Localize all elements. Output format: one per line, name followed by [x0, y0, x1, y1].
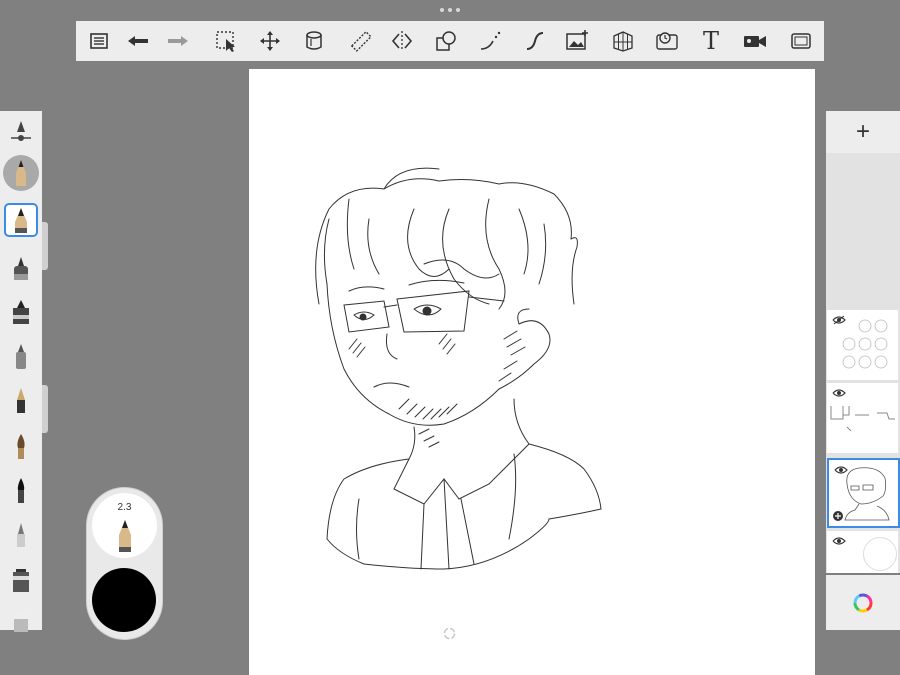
- selection-icon[interactable]: [213, 28, 239, 54]
- color-wheel-button[interactable]: [826, 575, 900, 630]
- predictive-stroke-icon[interactable]: [478, 28, 504, 54]
- time-lapse-icon[interactable]: [654, 28, 680, 54]
- visibility-eye-icon[interactable]: [832, 536, 846, 546]
- fullscreen-icon[interactable]: [788, 28, 814, 54]
- sync-spinner-icon: [443, 627, 456, 640]
- paintbrush-brush[interactable]: [6, 431, 36, 461]
- felt-pen-brush[interactable]: [6, 341, 36, 371]
- brush-palette: [0, 111, 42, 632]
- layer-background[interactable]: [827, 531, 898, 573]
- undo-icon[interactable]: [125, 28, 151, 54]
- marker-brush[interactable]: [6, 297, 36, 327]
- pencil-icon: [119, 520, 131, 552]
- transform-icon[interactable]: [257, 28, 283, 54]
- brush-size-value: 2.3: [117, 502, 132, 513]
- layer-faces-sketch[interactable]: [827, 310, 898, 380]
- steady-stroke-icon[interactable]: [522, 28, 548, 54]
- redo-icon[interactable]: [165, 28, 191, 54]
- visibility-eye-icon[interactable]: [832, 388, 846, 398]
- eraser-brush[interactable]: [6, 605, 36, 635]
- fountain-pen-brush[interactable]: [6, 385, 36, 415]
- layer-thumbnail: [844, 467, 890, 521]
- brush-properties-icon[interactable]: [6, 117, 36, 147]
- layers-panel: [826, 153, 900, 573]
- layer-lines[interactable]: [827, 383, 898, 453]
- pencil-brush[interactable]: [4, 203, 38, 237]
- symmetry-icon[interactable]: [389, 28, 415, 54]
- brush-bar-tab-upper[interactable]: [42, 222, 48, 270]
- layer-thumbnail: [830, 406, 895, 432]
- brush-bar-tab-lower[interactable]: [42, 385, 48, 433]
- airbrush-brush[interactable]: [6, 519, 36, 549]
- record-icon[interactable]: [742, 28, 768, 54]
- perspective-guide-icon[interactable]: [610, 28, 636, 54]
- portrait-sketch: [315, 167, 602, 570]
- smudge-brush[interactable]: [6, 565, 36, 595]
- layer-lock-icon: [833, 511, 843, 521]
- brush-color-puck[interactable]: [92, 568, 156, 632]
- color-wheel-icon: [853, 593, 873, 612]
- import-image-icon[interactable]: [564, 28, 590, 54]
- inking-pen-brush[interactable]: [6, 253, 36, 283]
- top-toolbar: T: [76, 21, 824, 61]
- text-icon[interactable]: T: [698, 27, 724, 55]
- lagoon-menu-icon[interactable]: [86, 28, 112, 54]
- drawing-canvas[interactable]: [249, 69, 815, 675]
- current-brush-preview[interactable]: [3, 155, 39, 191]
- handle-dots[interactable]: [440, 6, 460, 14]
- shapes-icon[interactable]: [433, 28, 459, 54]
- fill-icon[interactable]: [301, 28, 327, 54]
- layer-portrait[interactable]: [827, 458, 900, 528]
- background-color-swatch[interactable]: [863, 537, 897, 571]
- layer-thumbnail: [842, 319, 888, 369]
- ink-brush[interactable]: [6, 475, 36, 505]
- ruler-icon[interactable]: [348, 28, 374, 54]
- brush-puck: 2.3: [87, 488, 162, 639]
- brush-size-puck[interactable]: 2.3: [92, 493, 157, 558]
- add-layer-button[interactable]: +: [826, 111, 900, 153]
